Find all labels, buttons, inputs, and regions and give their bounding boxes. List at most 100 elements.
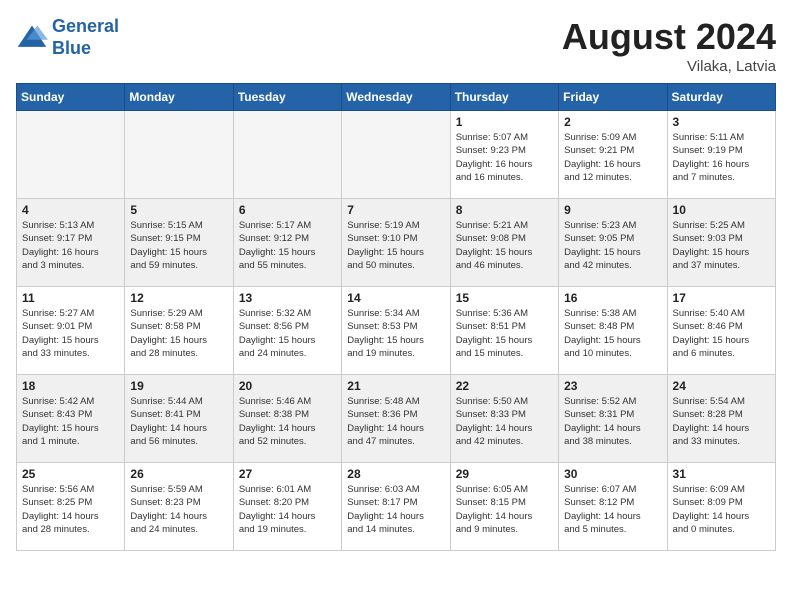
day-number: 10 bbox=[673, 203, 770, 217]
calendar-cell: 30 Sunrise: 6:07 AM Sunset: 8:12 PM Dayli… bbox=[559, 463, 667, 551]
day-number: 12 bbox=[130, 291, 227, 305]
title-block: August 2024 Vilaka, Latvia bbox=[562, 16, 776, 75]
calendar-cell: 7 Sunrise: 5:19 AM Sunset: 9:10 PM Daylig… bbox=[342, 199, 450, 287]
page-header: General Blue August 2024 Vilaka, Latvia bbox=[16, 16, 776, 75]
day-info: Sunrise: 5:19 AM Sunset: 9:10 PM Dayligh… bbox=[347, 219, 444, 272]
calendar-cell: 2Sunrise: 5:09 AM Sunset: 9:21 PM Daylig… bbox=[559, 111, 667, 199]
day-info: Sunrise: 5:11 AM Sunset: 9:19 PM Dayligh… bbox=[673, 131, 770, 184]
calendar-cell: 5 Sunrise: 5:15 AM Sunset: 9:15 PM Daylig… bbox=[125, 199, 233, 287]
week-row-3: 11 Sunrise: 5:27 AM Sunset: 9:01 PM Dayli… bbox=[17, 287, 776, 375]
week-row-4: 18 Sunrise: 5:42 AM Sunset: 8:43 PM Dayli… bbox=[17, 375, 776, 463]
calendar-cell: 3 Sunrise: 5:11 AM Sunset: 9:19 PM Daylig… bbox=[667, 111, 775, 199]
calendar-table: SundayMondayTuesdayWednesdayThursdayFrid… bbox=[16, 83, 776, 551]
logo-text: General Blue bbox=[52, 16, 119, 59]
day-info: Sunrise: 5:09 AM Sunset: 9:21 PM Dayligh… bbox=[564, 131, 661, 184]
calendar-cell bbox=[342, 111, 450, 199]
calendar-cell: 8Sunrise: 5:21 AM Sunset: 9:08 PM Daylig… bbox=[450, 199, 558, 287]
calendar-cell: 15Sunrise: 5:36 AM Sunset: 8:51 PM Dayli… bbox=[450, 287, 558, 375]
calendar-cell: 29 Sunrise: 6:05 AM Sunset: 8:15 PM Dayli… bbox=[450, 463, 558, 551]
weekday-header-monday: Monday bbox=[125, 84, 233, 111]
day-number: 16 bbox=[564, 291, 661, 305]
day-number: 20 bbox=[239, 379, 336, 393]
day-number: 26 bbox=[130, 467, 227, 481]
day-info: Sunrise: 5:48 AM Sunset: 8:36 PM Dayligh… bbox=[347, 395, 444, 448]
day-info: Sunrise: 5:29 AM Sunset: 8:58 PM Dayligh… bbox=[130, 307, 227, 360]
day-number: 25 bbox=[22, 467, 119, 481]
day-info: Sunrise: 5:52 AM Sunset: 8:31 PM Dayligh… bbox=[564, 395, 661, 448]
day-info: Sunrise: 5:59 AM Sunset: 8:23 PM Dayligh… bbox=[130, 483, 227, 536]
calendar-cell: 26 Sunrise: 5:59 AM Sunset: 8:23 PM Dayli… bbox=[125, 463, 233, 551]
day-info: Sunrise: 5:17 AM Sunset: 9:12 PM Dayligh… bbox=[239, 219, 336, 272]
day-number: 14 bbox=[347, 291, 444, 305]
calendar-cell: 31 Sunrise: 6:09 AM Sunset: 8:09 PM Dayli… bbox=[667, 463, 775, 551]
calendar-cell: 13 Sunrise: 5:32 AM Sunset: 8:56 PM Dayli… bbox=[233, 287, 341, 375]
day-info: Sunrise: 6:03 AM Sunset: 8:17 PM Dayligh… bbox=[347, 483, 444, 536]
week-row-1: 1Sunrise: 5:07 AM Sunset: 9:23 PM Daylig… bbox=[17, 111, 776, 199]
calendar-cell: 12 Sunrise: 5:29 AM Sunset: 8:58 PM Dayli… bbox=[125, 287, 233, 375]
day-number: 27 bbox=[239, 467, 336, 481]
weekday-header-saturday: Saturday bbox=[667, 84, 775, 111]
calendar-cell: 24 Sunrise: 5:54 AM Sunset: 8:28 PM Dayli… bbox=[667, 375, 775, 463]
day-info: Sunrise: 5:21 AM Sunset: 9:08 PM Dayligh… bbox=[456, 219, 553, 272]
day-number: 18 bbox=[22, 379, 119, 393]
calendar-cell: 20Sunrise: 5:46 AM Sunset: 8:38 PM Dayli… bbox=[233, 375, 341, 463]
day-number: 7 bbox=[347, 203, 444, 217]
day-number: 21 bbox=[347, 379, 444, 393]
calendar-cell bbox=[17, 111, 125, 199]
weekday-header-sunday: Sunday bbox=[17, 84, 125, 111]
calendar-cell: 21 Sunrise: 5:48 AM Sunset: 8:36 PM Dayli… bbox=[342, 375, 450, 463]
day-info: Sunrise: 6:01 AM Sunset: 8:20 PM Dayligh… bbox=[239, 483, 336, 536]
day-info: Sunrise: 5:32 AM Sunset: 8:56 PM Dayligh… bbox=[239, 307, 336, 360]
day-info: Sunrise: 5:56 AM Sunset: 8:25 PM Dayligh… bbox=[22, 483, 119, 536]
weekday-header-friday: Friday bbox=[559, 84, 667, 111]
day-info: Sunrise: 5:36 AM Sunset: 8:51 PM Dayligh… bbox=[456, 307, 553, 360]
calendar-cell: 11 Sunrise: 5:27 AM Sunset: 9:01 PM Dayli… bbox=[17, 287, 125, 375]
day-number: 3 bbox=[673, 115, 770, 129]
weekday-header-tuesday: Tuesday bbox=[233, 84, 341, 111]
calendar-cell: 1Sunrise: 5:07 AM Sunset: 9:23 PM Daylig… bbox=[450, 111, 558, 199]
day-info: Sunrise: 6:09 AM Sunset: 8:09 PM Dayligh… bbox=[673, 483, 770, 536]
calendar-cell: 28 Sunrise: 6:03 AM Sunset: 8:17 PM Dayli… bbox=[342, 463, 450, 551]
logo: General Blue bbox=[16, 16, 119, 59]
day-number: 13 bbox=[239, 291, 336, 305]
calendar-cell: 18 Sunrise: 5:42 AM Sunset: 8:43 PM Dayli… bbox=[17, 375, 125, 463]
day-info: Sunrise: 5:15 AM Sunset: 9:15 PM Dayligh… bbox=[130, 219, 227, 272]
day-info: Sunrise: 5:42 AM Sunset: 8:43 PM Dayligh… bbox=[22, 395, 119, 448]
day-info: Sunrise: 5:50 AM Sunset: 8:33 PM Dayligh… bbox=[456, 395, 553, 448]
day-info: Sunrise: 5:40 AM Sunset: 8:46 PM Dayligh… bbox=[673, 307, 770, 360]
calendar-cell: 19Sunrise: 5:44 AM Sunset: 8:41 PM Dayli… bbox=[125, 375, 233, 463]
week-row-2: 4 Sunrise: 5:13 AM Sunset: 9:17 PM Daylig… bbox=[17, 199, 776, 287]
calendar-cell: 6Sunrise: 5:17 AM Sunset: 9:12 PM Daylig… bbox=[233, 199, 341, 287]
day-number: 9 bbox=[564, 203, 661, 217]
day-info: Sunrise: 5:23 AM Sunset: 9:05 PM Dayligh… bbox=[564, 219, 661, 272]
calendar-cell: 17 Sunrise: 5:40 AM Sunset: 8:46 PM Dayli… bbox=[667, 287, 775, 375]
weekday-header-thursday: Thursday bbox=[450, 84, 558, 111]
day-info: Sunrise: 5:54 AM Sunset: 8:28 PM Dayligh… bbox=[673, 395, 770, 448]
day-info: Sunrise: 6:05 AM Sunset: 8:15 PM Dayligh… bbox=[456, 483, 553, 536]
day-number: 28 bbox=[347, 467, 444, 481]
day-number: 24 bbox=[673, 379, 770, 393]
calendar-cell: 4 Sunrise: 5:13 AM Sunset: 9:17 PM Daylig… bbox=[17, 199, 125, 287]
calendar-cell bbox=[125, 111, 233, 199]
day-info: Sunrise: 5:34 AM Sunset: 8:53 PM Dayligh… bbox=[347, 307, 444, 360]
day-number: 29 bbox=[456, 467, 553, 481]
day-number: 17 bbox=[673, 291, 770, 305]
day-number: 11 bbox=[22, 291, 119, 305]
day-number: 5 bbox=[130, 203, 227, 217]
weekday-header-row: SundayMondayTuesdayWednesdayThursdayFrid… bbox=[17, 84, 776, 111]
day-info: Sunrise: 5:13 AM Sunset: 9:17 PM Dayligh… bbox=[22, 219, 119, 272]
week-row-5: 25 Sunrise: 5:56 AM Sunset: 8:25 PM Dayli… bbox=[17, 463, 776, 551]
calendar-cell bbox=[233, 111, 341, 199]
calendar-cell: 25 Sunrise: 5:56 AM Sunset: 8:25 PM Dayli… bbox=[17, 463, 125, 551]
calendar-cell: 14 Sunrise: 5:34 AM Sunset: 8:53 PM Dayli… bbox=[342, 287, 450, 375]
day-number: 30 bbox=[564, 467, 661, 481]
month-title: August 2024 bbox=[562, 16, 776, 58]
day-info: Sunrise: 6:07 AM Sunset: 8:12 PM Dayligh… bbox=[564, 483, 661, 536]
day-number: 4 bbox=[22, 203, 119, 217]
day-info: Sunrise: 5:27 AM Sunset: 9:01 PM Dayligh… bbox=[22, 307, 119, 360]
calendar-cell: 27 Sunrise: 6:01 AM Sunset: 8:20 PM Dayli… bbox=[233, 463, 341, 551]
logo-icon bbox=[16, 22, 48, 54]
calendar-cell: 22Sunrise: 5:50 AM Sunset: 8:33 PM Dayli… bbox=[450, 375, 558, 463]
day-number: 31 bbox=[673, 467, 770, 481]
day-info: Sunrise: 5:38 AM Sunset: 8:48 PM Dayligh… bbox=[564, 307, 661, 360]
